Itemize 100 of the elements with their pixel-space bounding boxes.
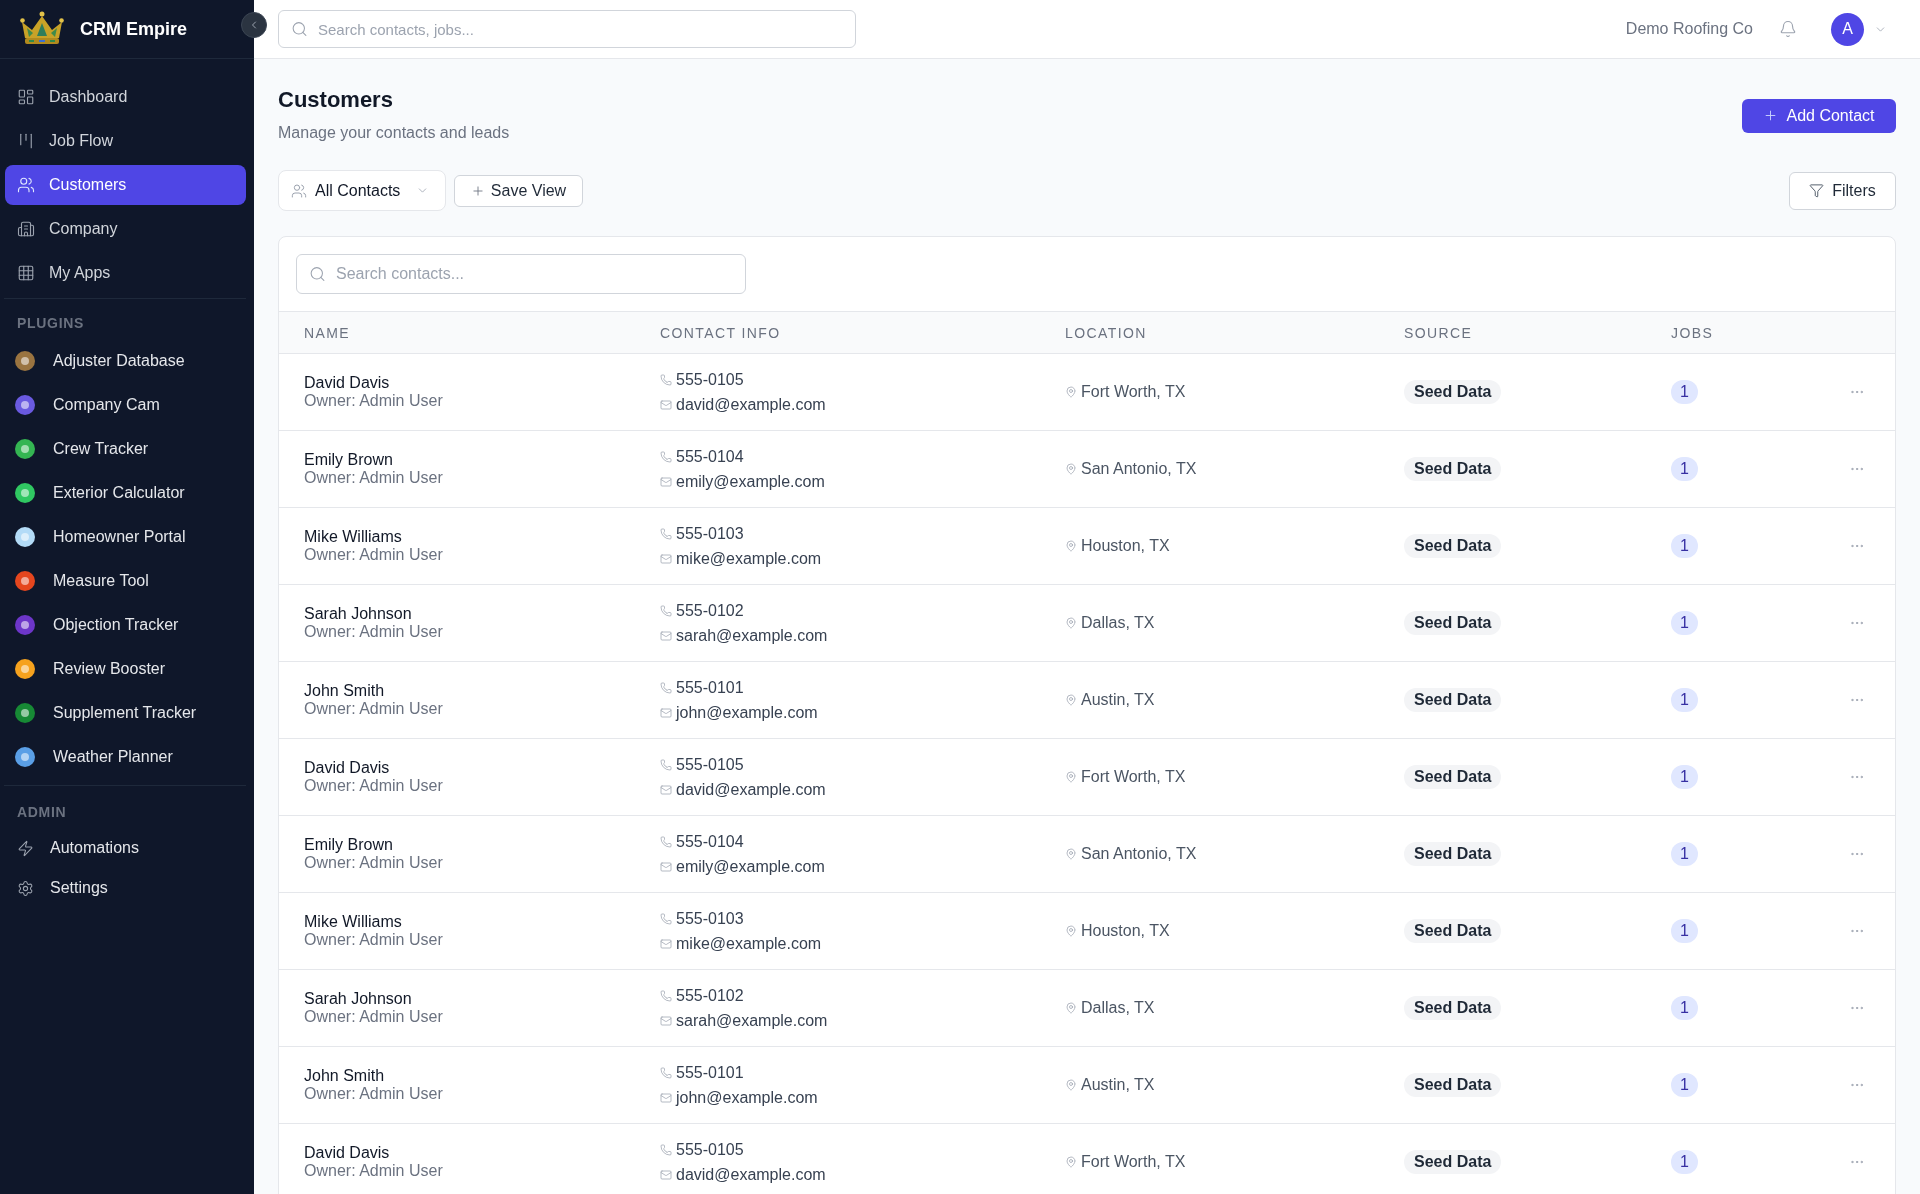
nav-item[interactable]: Company xyxy=(5,209,246,249)
source-tag: Seed Data xyxy=(1404,457,1502,481)
mail-icon xyxy=(660,860,672,873)
column-header: CONTACT INFO xyxy=(660,323,781,343)
phone-number: 555-0104 xyxy=(676,831,744,852)
nav-item[interactable]: Dashboard xyxy=(5,77,246,117)
plugin-item[interactable]: Adjuster Database xyxy=(5,341,246,381)
nav-item[interactable]: Job Flow xyxy=(5,121,246,161)
plugin-item[interactable]: Objection Tracker xyxy=(5,605,246,645)
phone-icon xyxy=(660,373,672,386)
location-text: Austin, TX xyxy=(1081,1075,1155,1095)
location-text: Austin, TX xyxy=(1081,690,1155,710)
email-address: john@example.com xyxy=(676,702,818,723)
plugin-item[interactable]: Exterior Calculator xyxy=(5,473,246,513)
contact-name: David Davis xyxy=(304,1144,390,1162)
location-text: San Antonio, TX xyxy=(1081,844,1197,864)
contact-name: Sarah Johnson xyxy=(304,605,412,623)
email-address: sarah@example.com xyxy=(676,625,828,646)
map-pin-icon xyxy=(1065,540,1077,552)
email-address: mike@example.com xyxy=(676,548,822,569)
source-tag: Seed Data xyxy=(1404,688,1502,712)
source-tag: Seed Data xyxy=(1404,534,1502,558)
search-icon xyxy=(291,20,308,38)
mail-icon xyxy=(660,937,672,950)
jobs-count: 1 xyxy=(1671,919,1698,943)
filters-button[interactable]: Filters xyxy=(1789,171,1896,210)
owner-label: Owner: Admin User xyxy=(304,1008,443,1026)
contact-name: David Davis xyxy=(304,374,390,392)
owner-label: Owner: Admin User xyxy=(304,623,443,641)
page-subtitle: Manage your contacts and leads xyxy=(278,123,510,143)
owner-label: Owner: Admin User xyxy=(304,1085,443,1103)
plugin-item[interactable]: Measure Tool xyxy=(5,561,246,601)
mail-icon xyxy=(660,552,672,565)
contact-name: Sarah Johnson xyxy=(304,990,412,1008)
email-address: sarah@example.com xyxy=(676,1010,828,1031)
source-tag: Seed Data xyxy=(1404,842,1502,866)
map-pin-icon xyxy=(1065,771,1077,783)
users-icon xyxy=(291,182,307,199)
jobs-count: 1 xyxy=(1671,688,1698,712)
jobs-count: 1 xyxy=(1671,457,1698,481)
mail-icon xyxy=(660,629,672,642)
phone-icon xyxy=(660,527,672,540)
phone-number: 555-0105 xyxy=(676,1139,744,1160)
plugin-item[interactable]: Homeowner Portal xyxy=(5,517,246,557)
contact-name: David Davis xyxy=(304,759,390,777)
avatar[interactable]: A xyxy=(1831,12,1864,46)
phone-icon xyxy=(660,681,672,694)
nav-item[interactable]: Automations xyxy=(5,830,246,866)
location-text: San Antonio, TX xyxy=(1081,459,1197,479)
search-field[interactable]: Search contacts, jobs... xyxy=(278,10,856,48)
location-text: Fort Worth, TX xyxy=(1081,1152,1186,1172)
map-pin-icon xyxy=(1065,386,1077,398)
nav-item[interactable]: Customers xyxy=(5,165,246,205)
filter-icon xyxy=(1809,183,1825,198)
add-contact-button[interactable]: Add Contact xyxy=(1742,98,1896,133)
location-text: Fort Worth, TX xyxy=(1081,767,1186,787)
email-address: david@example.com xyxy=(676,394,826,415)
plugin-item[interactable]: Review Booster xyxy=(5,649,246,689)
phone-number: 555-0102 xyxy=(676,600,744,621)
contact-name: Emily Brown xyxy=(304,451,393,469)
source-tag: Seed Data xyxy=(1404,1150,1502,1174)
save-view-button[interactable]: Save View xyxy=(454,174,583,207)
collapse-sidebar-button[interactable] xyxy=(241,12,267,38)
nav-item[interactable]: My Apps xyxy=(5,253,246,293)
source-tag: Seed Data xyxy=(1404,919,1502,943)
mail-icon xyxy=(660,1168,672,1181)
contact-name: Mike Williams xyxy=(304,913,402,931)
phone-number: 555-0103 xyxy=(676,523,744,544)
map-pin-icon xyxy=(1065,925,1077,937)
company-name: Demo Roofing Co xyxy=(1625,19,1753,39)
email-address: mike@example.com xyxy=(676,933,822,954)
plugin-item[interactable]: Weather Planner xyxy=(5,737,246,777)
contact-name: Mike Williams xyxy=(304,528,402,546)
owner-label: Owner: Admin User xyxy=(304,854,443,872)
nav-item[interactable]: Settings xyxy=(5,870,246,906)
map-pin-icon xyxy=(1065,1079,1077,1091)
mail-icon xyxy=(660,1091,672,1104)
search-field[interactable]: Search contacts... xyxy=(296,254,746,294)
phone-number: 555-0103 xyxy=(676,908,744,929)
settings-icon xyxy=(17,879,34,897)
phone-number: 555-0105 xyxy=(676,369,744,390)
jobs-count: 1 xyxy=(1671,1150,1698,1174)
columns-icon xyxy=(17,132,35,150)
section-heading: ADMIN xyxy=(17,803,67,822)
location-text: Fort Worth, TX xyxy=(1081,382,1186,402)
map-pin-icon xyxy=(1065,848,1077,860)
jobs-count: 1 xyxy=(1671,534,1698,558)
plugin-item[interactable]: Crew Tracker xyxy=(5,429,246,469)
plugin-item[interactable]: Supplement Tracker xyxy=(5,693,246,733)
plugin-item[interactable]: Company Cam xyxy=(5,385,246,425)
source-tag: Seed Data xyxy=(1404,1073,1502,1097)
phone-icon xyxy=(660,989,672,1002)
view-select[interactable]: All Contacts xyxy=(278,170,446,211)
source-tag: Seed Data xyxy=(1404,611,1502,635)
owner-label: Owner: Admin User xyxy=(304,469,443,487)
page-title: Customers xyxy=(278,86,393,114)
mail-icon xyxy=(660,475,672,488)
bell-icon[interactable] xyxy=(1779,20,1797,38)
plus-icon xyxy=(470,183,485,198)
owner-label: Owner: Admin User xyxy=(304,931,443,949)
